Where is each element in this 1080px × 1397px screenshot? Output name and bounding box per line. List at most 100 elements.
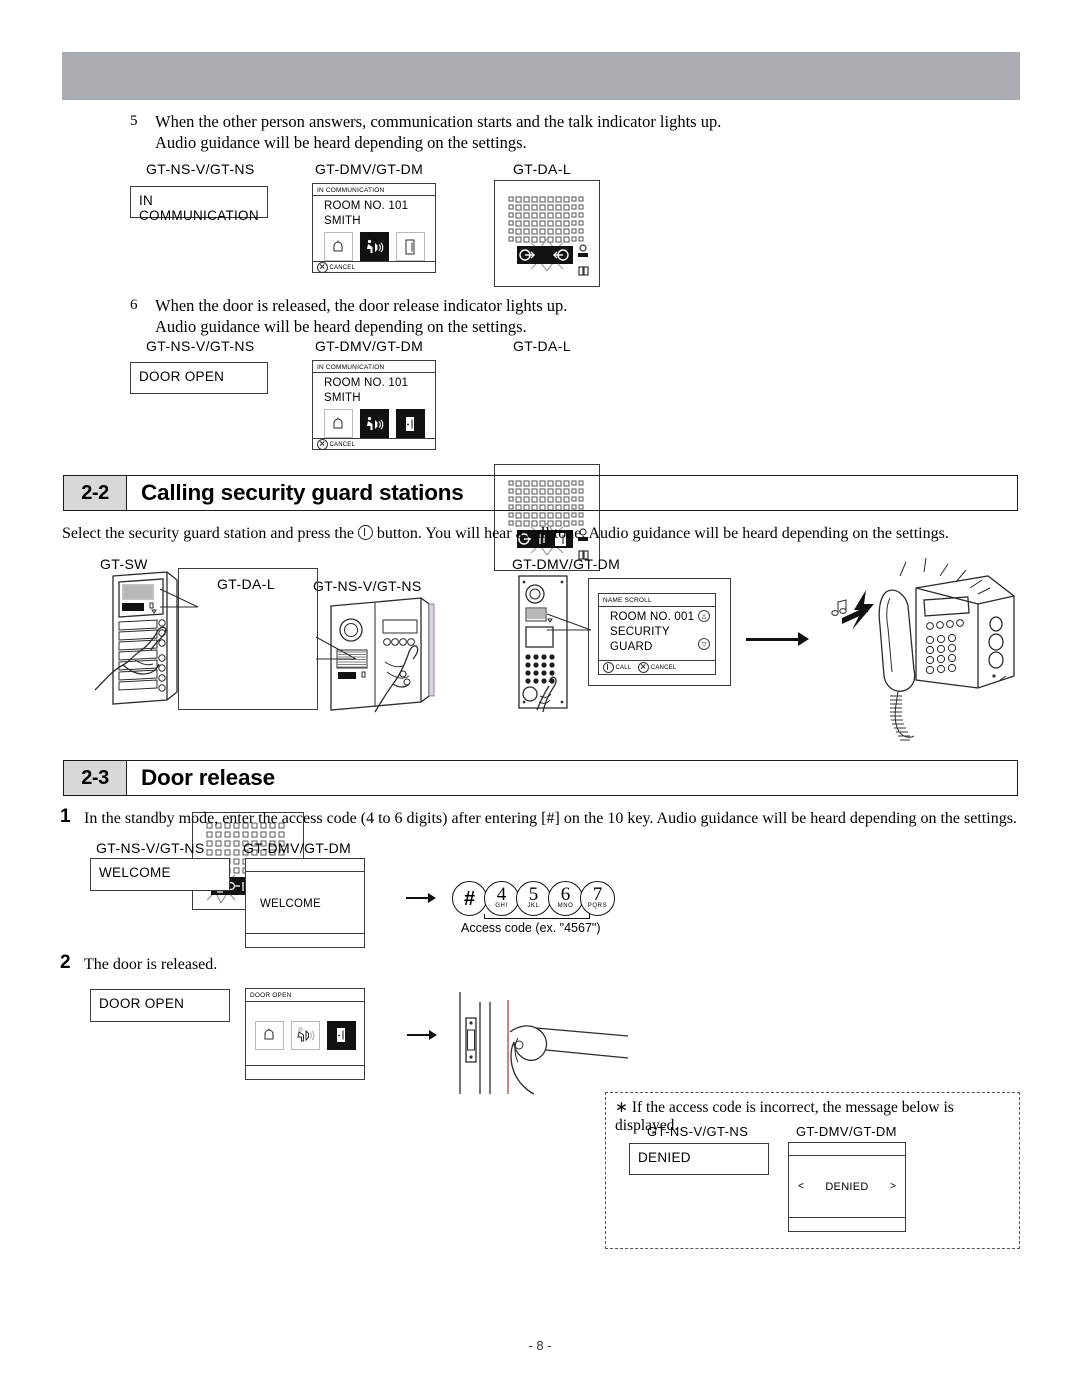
step1-dmv-display: WELCOME bbox=[245, 858, 365, 948]
talk-icon[interactable] bbox=[359, 409, 389, 438]
section-2-2-number: 2-2 bbox=[63, 475, 126, 511]
guard-station-handset-illustration bbox=[828, 557, 1028, 748]
step5-dmv-icon-row bbox=[313, 232, 435, 261]
step6-dmv-icon-row bbox=[313, 409, 435, 438]
guard-display-body: ROOM NO. 001 SECURITY GUARD △ ▽ bbox=[599, 607, 715, 660]
guard-display-line2: SECURITY GUARD bbox=[610, 626, 670, 653]
key-5-digit: 5 bbox=[528, 884, 539, 905]
key-6-letters: MNO bbox=[557, 903, 574, 909]
step1-dmv-body: WELCOME bbox=[246, 872, 364, 933]
key-6-digit: 6 bbox=[560, 884, 571, 905]
note-caption-dmv: GT-DMV/GT-DM bbox=[796, 1124, 897, 1139]
step1-dmv-footer bbox=[246, 933, 364, 947]
step1-caption-ns: GT-NS-V/GT-NS bbox=[96, 840, 205, 856]
cancel-icon bbox=[638, 662, 650, 673]
step1-number: 1 bbox=[60, 806, 71, 827]
bell-icon[interactable] bbox=[323, 232, 353, 261]
note-dmv-footer bbox=[789, 1217, 905, 1231]
note-ns-display: DENIED bbox=[629, 1143, 769, 1175]
step6-caption-dmv: GT-DMV/GT-DM bbox=[315, 338, 424, 354]
flow-arrow-2-2 bbox=[746, 632, 809, 646]
dal-speaker-artwork bbox=[508, 196, 589, 276]
step6-dmv-title: IN COMMUNICATION bbox=[313, 361, 435, 373]
manual-page: 5 When the other person answers, communi… bbox=[0, 0, 1080, 1397]
step5-ns-display-text: IN COMMUNICATION bbox=[139, 193, 259, 223]
step6-caption-dal: GT-DA-L bbox=[513, 338, 572, 354]
step5-dmv-line2: SMITH bbox=[324, 215, 361, 227]
step2-number: 2 bbox=[60, 952, 71, 973]
section-2-3-title: Door release bbox=[126, 760, 1018, 796]
lead-text-after: button. You will hear a call tone. Audio… bbox=[372, 525, 949, 542]
gt-dmv-station-illustration bbox=[513, 572, 578, 713]
cancel-footer-item[interactable]: CANCEL bbox=[638, 662, 676, 673]
key-7-letters: PQRS bbox=[587, 903, 608, 909]
step2-ns-display-text: DOOR OPEN bbox=[99, 996, 185, 1011]
cancel-footer-item[interactable]: CANCEL bbox=[317, 262, 355, 273]
scroll-down-icon[interactable]: ▽ bbox=[698, 638, 710, 650]
note-scroll-left-arrow[interactable]: < bbox=[798, 1181, 804, 1192]
key-4-letters: GHI bbox=[495, 903, 508, 909]
cancel-label: CANCEL bbox=[329, 441, 356, 448]
lead-text-before: Select the security guard station and pr… bbox=[62, 525, 358, 542]
step5-dmv-footer: CANCEL bbox=[313, 261, 435, 273]
key-5[interactable]: 5 JKL bbox=[516, 881, 551, 916]
step6-dmv-line1: ROOM NO. 101 bbox=[324, 377, 409, 389]
step5-ns-display: IN COMMUNICATION bbox=[130, 186, 268, 223]
cancel-label: CANCEL bbox=[329, 264, 356, 271]
step6-ns-display: DOOR OPEN bbox=[130, 362, 268, 394]
note-dmv-topbar bbox=[789, 1143, 905, 1156]
note-dmv-display: < DENIED > bbox=[788, 1142, 906, 1232]
door-release-icon[interactable] bbox=[395, 409, 425, 438]
step1-text: In the standby mode, enter the access co… bbox=[84, 810, 1017, 827]
access-code-keys: # 4 GHI 5 JKL 6 MNO 7 PQRS bbox=[452, 881, 615, 916]
page-header-banner bbox=[62, 52, 1020, 100]
key-4-digit: 4 bbox=[496, 884, 507, 905]
talk-icon[interactable] bbox=[359, 232, 389, 261]
flow-arrow-step2 bbox=[407, 1030, 437, 1040]
talk-icon[interactable] bbox=[290, 1020, 320, 1050]
note-scroll-right-arrow[interactable]: > bbox=[890, 1181, 896, 1192]
step1-dmv-text: WELCOME bbox=[260, 897, 321, 910]
bell-icon[interactable] bbox=[323, 409, 353, 438]
cancel-icon bbox=[317, 262, 328, 273]
step2-dmv-icon-row bbox=[246, 1020, 364, 1050]
key-hash[interactable]: # bbox=[452, 881, 487, 916]
note-ns-display-text: DENIED bbox=[638, 1150, 691, 1165]
step2-dmv-title: DOOR OPEN bbox=[246, 989, 364, 1002]
section-2-3-number: 2-3 bbox=[63, 760, 126, 796]
key-7-digit: 7 bbox=[592, 884, 603, 905]
leader-line-sw-to-dal bbox=[159, 588, 199, 608]
section-header-2-3: 2-3 Door release bbox=[63, 760, 1018, 796]
step1-dmv-topbar bbox=[246, 859, 364, 872]
step5-number: 5 bbox=[130, 113, 138, 129]
step2-dmv-display: DOOR OPEN bbox=[245, 988, 365, 1080]
key-6[interactable]: 6 MNO bbox=[548, 881, 583, 916]
step1-caption-dmv: GT-DMV/GT-DM bbox=[243, 840, 352, 856]
page-number: - 8 - bbox=[528, 1338, 552, 1353]
call-footer-item[interactable]: CALL bbox=[603, 662, 631, 673]
call-icon bbox=[603, 662, 614, 673]
door-release-icon[interactable] bbox=[395, 232, 425, 261]
step5-dmv-title: IN COMMUNICATION bbox=[313, 184, 435, 196]
step5-dmv-line1: ROOM NO. 101 bbox=[324, 200, 409, 212]
step2-dmv-body bbox=[246, 1002, 364, 1065]
section-2-2-title: Calling security guard stations bbox=[126, 475, 1018, 511]
scroll-up-icon[interactable]: △ bbox=[698, 610, 710, 622]
step5-caption-dal: GT-DA-L bbox=[513, 161, 572, 177]
gt-ns-v-station-illustration bbox=[325, 592, 445, 714]
key-7[interactable]: 7 PQRS bbox=[580, 881, 615, 916]
guard-display-footer: CALL CANCEL bbox=[599, 660, 715, 674]
step6-dmv-line2: SMITH bbox=[324, 392, 361, 404]
note-caption-ns: GT-NS-V/GT-NS bbox=[647, 1124, 749, 1139]
door-release-icon[interactable] bbox=[326, 1020, 356, 1050]
key-5-letters: JKL bbox=[527, 903, 540, 909]
note-dmv-text: DENIED bbox=[825, 1180, 869, 1193]
cancel-footer-item[interactable]: CANCEL bbox=[317, 439, 355, 450]
step5-line1: When the other person answers, communica… bbox=[155, 112, 722, 131]
step6-dmv-footer: CANCEL bbox=[313, 438, 435, 450]
step1-ns-display-text: WELCOME bbox=[99, 865, 171, 880]
step5-line2: Audio guidance will be heard depending o… bbox=[155, 133, 527, 152]
key-4[interactable]: 4 GHI bbox=[484, 881, 519, 916]
bell-icon[interactable] bbox=[254, 1020, 284, 1050]
key-hash-digit: # bbox=[463, 887, 476, 910]
